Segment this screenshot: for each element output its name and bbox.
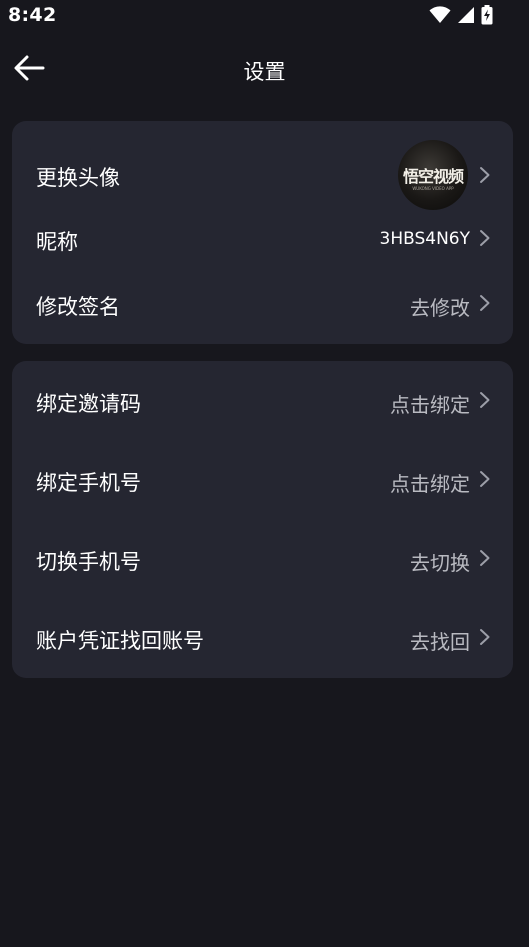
status-bar: 8:42 bbox=[0, 0, 529, 32]
chevron-right-icon bbox=[480, 392, 490, 408]
chevron-right-icon bbox=[480, 550, 490, 566]
signal-icon bbox=[457, 6, 475, 24]
battery-charging-icon bbox=[481, 5, 493, 25]
switch-phone-row[interactable]: 切换手机号 去切换 bbox=[12, 520, 513, 599]
nickname-label: 昵称 bbox=[36, 230, 78, 254]
recover-account-value: 去找回 bbox=[410, 630, 470, 654]
bind-phone-row[interactable]: 绑定手机号 点击绑定 bbox=[12, 441, 513, 520]
account-settings-card: 绑定邀请码 点击绑定 绑定手机号 点击绑定 切换手机号 去切换 账户凭证找回账号… bbox=[12, 361, 513, 678]
profile-settings-card: 更换头像 悟空视频 WUKONG VIDEO APP 昵称 3HBS4N6Y 修… bbox=[12, 121, 513, 344]
chevron-right-icon bbox=[480, 295, 490, 311]
bind-invite-code-value: 点击绑定 bbox=[390, 393, 470, 417]
chevron-right-icon bbox=[480, 230, 490, 246]
avatar[interactable]: 悟空视频 WUKONG VIDEO APP bbox=[398, 140, 468, 210]
chevron-right-icon bbox=[480, 629, 490, 645]
bind-phone-label: 绑定手机号 bbox=[36, 471, 141, 495]
chevron-right-icon bbox=[480, 471, 490, 487]
avatar-logo-subtext: WUKONG VIDEO APP bbox=[412, 186, 454, 191]
switch-phone-label: 切换手机号 bbox=[36, 550, 141, 574]
recover-account-label: 账户凭证找回账号 bbox=[36, 629, 204, 653]
nickname-row[interactable]: 昵称 3HBS4N6Y bbox=[12, 207, 513, 269]
recover-account-row[interactable]: 账户凭证找回账号 去找回 bbox=[12, 599, 513, 678]
bind-phone-value: 点击绑定 bbox=[390, 472, 470, 496]
change-avatar-label: 更换头像 bbox=[36, 166, 120, 190]
avatar-logo-text: 悟空视频 bbox=[402, 167, 464, 186]
chevron-right-icon bbox=[480, 167, 490, 183]
status-time: 8:42 bbox=[8, 4, 57, 26]
signature-label: 修改签名 bbox=[36, 295, 120, 319]
page-title: 设置 bbox=[243, 60, 286, 84]
bind-invite-code-label: 绑定邀请码 bbox=[36, 392, 141, 416]
switch-phone-value: 去切换 bbox=[410, 551, 470, 575]
signature-row[interactable]: 修改签名 去修改 bbox=[12, 271, 513, 337]
bind-invite-code-row[interactable]: 绑定邀请码 点击绑定 bbox=[12, 361, 513, 441]
header: 设置 bbox=[0, 40, 529, 100]
wifi-icon bbox=[429, 6, 451, 24]
status-icons bbox=[429, 5, 493, 25]
nickname-value: 3HBS4N6Y bbox=[379, 229, 471, 249]
signature-value: 去修改 bbox=[410, 296, 470, 320]
